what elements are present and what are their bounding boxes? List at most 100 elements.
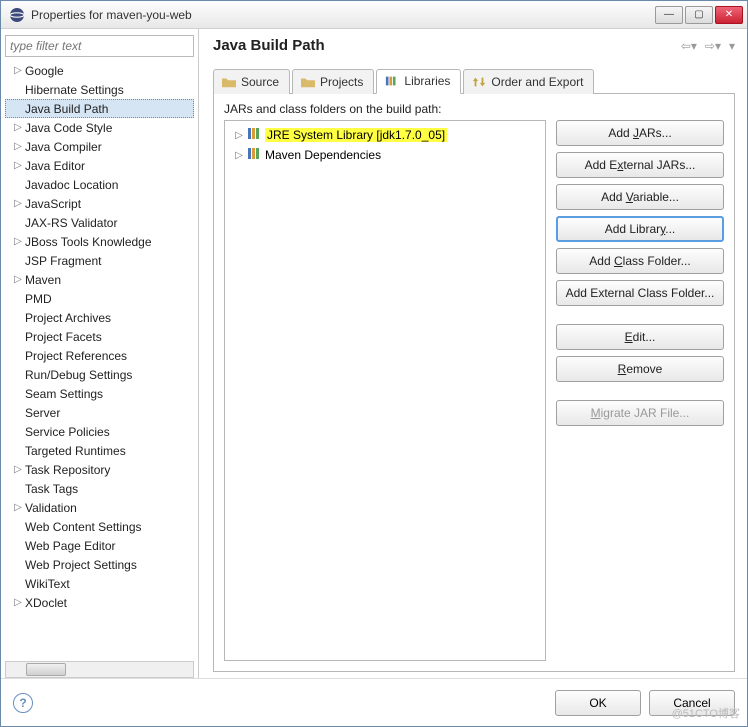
sidebar-item-label: XDoclet <box>25 596 67 610</box>
close-button[interactable]: ✕ <box>715 6 743 24</box>
libraries-panel: JARs and class folders on the build path… <box>213 94 735 672</box>
remove-button[interactable]: Remove <box>556 356 724 382</box>
expand-icon[interactable]: ▷ <box>233 150 245 161</box>
edit-button[interactable]: Edit... <box>556 324 724 350</box>
tab-source[interactable]: Source <box>213 69 290 94</box>
sidebar-item[interactable]: ▷XDoclet <box>5 593 194 612</box>
help-icon[interactable]: ? <box>13 693 33 713</box>
filter-input[interactable] <box>5 35 194 57</box>
folder-icon <box>301 76 315 88</box>
sidebar-item[interactable]: Web Content Settings <box>5 517 194 536</box>
library-item[interactable]: ▷Maven Dependencies <box>229 145 541 165</box>
sidebar-item[interactable]: Service Policies <box>5 422 194 441</box>
maximize-button[interactable]: ▢ <box>685 6 713 24</box>
sidebar-item-label: Maven <box>25 273 61 287</box>
add-library-button[interactable]: Add Library... <box>556 216 724 242</box>
libraries-area: ▷ JRE System Library [jdk1.7.0_05] ▷Maven … <box>224 120 724 661</box>
titlebar-text: Properties for maven-you-web <box>31 8 655 22</box>
expand-icon[interactable]: ▷ <box>11 141 25 152</box>
sidebar-item[interactable]: Project References <box>5 346 194 365</box>
sidebar-item[interactable]: ▷Java Compiler <box>5 137 194 156</box>
tab-libraries[interactable]: Libraries <box>376 69 461 94</box>
sidebar-item[interactable]: ▷Google <box>5 61 194 80</box>
horizontal-scrollbar[interactable] <box>5 661 194 678</box>
tabs: Source Projects Libraries Order and Expo… <box>213 68 735 94</box>
sidebar-item[interactable]: ▷Maven <box>5 270 194 289</box>
menu-icon[interactable]: ▾ <box>729 39 735 53</box>
sidebar-item-label: Project References <box>25 349 127 363</box>
migrate-jar-button: Migrate JAR File... <box>556 400 724 426</box>
sidebar-item-label: Server <box>25 406 60 420</box>
category-tree[interactable]: ▷GoogleHibernate SettingsJava Build Path… <box>5 61 194 661</box>
back-icon[interactable]: ⇦▾ <box>681 39 697 53</box>
sidebar-item[interactable]: Hibernate Settings <box>5 80 194 99</box>
sidebar-item[interactable]: JAX-RS Validator <box>5 213 194 232</box>
sidebar-item[interactable]: ▷Task Repository <box>5 460 194 479</box>
sidebar-item-label: Google <box>25 64 64 78</box>
sidebar-item[interactable]: Task Tags <box>5 479 194 498</box>
expand-icon[interactable]: ▷ <box>11 464 25 475</box>
add-external-jars-button[interactable]: Add External JARs... <box>556 152 724 178</box>
sidebar-item[interactable]: Javadoc Location <box>5 175 194 194</box>
minimize-button[interactable]: — <box>655 6 683 24</box>
titlebar[interactable]: Properties for maven-you-web — ▢ ✕ <box>1 1 747 29</box>
sidebar-item-label: Web Page Editor <box>25 539 116 553</box>
expand-icon[interactable]: ▷ <box>11 122 25 133</box>
expand-icon[interactable]: ▷ <box>11 236 25 247</box>
add-variable-button[interactable]: Add Variable... <box>556 184 724 210</box>
libraries-tree[interactable]: ▷ JRE System Library [jdk1.7.0_05] ▷Maven … <box>224 120 546 661</box>
folder-icon <box>222 76 236 88</box>
main-area: ▷GoogleHibernate SettingsJava Build Path… <box>1 29 747 678</box>
sidebar-item[interactable]: Java Build Path <box>5 99 194 118</box>
expand-icon[interactable]: ▷ <box>11 198 25 209</box>
sidebar-item[interactable]: JSP Fragment <box>5 251 194 270</box>
sidebar-item-label: Javadoc Location <box>25 178 118 192</box>
expand-icon[interactable]: ▷ <box>11 160 25 171</box>
ok-button[interactable]: OK <box>555 690 641 716</box>
sidebar-item-label: JavaScript <box>25 197 81 211</box>
window-buttons: — ▢ ✕ <box>655 6 743 24</box>
library-icon <box>385 75 399 87</box>
sidebar-item-label: Targeted Runtimes <box>25 444 126 458</box>
sidebar-item-label: Task Repository <box>25 463 110 477</box>
sidebar-item[interactable]: PMD <box>5 289 194 308</box>
add-external-class-folder-button[interactable]: Add External Class Folder... <box>556 280 724 306</box>
sidebar-item[interactable]: Targeted Runtimes <box>5 441 194 460</box>
sidebar-item[interactable]: ▷JavaScript <box>5 194 194 213</box>
sidebar-item[interactable]: ▷JBoss Tools Knowledge <box>5 232 194 251</box>
sidebar-item[interactable]: Web Project Settings <box>5 555 194 574</box>
forward-icon[interactable]: ⇨▾ <box>705 39 721 53</box>
sidebar-item-label: JAX-RS Validator <box>25 216 117 230</box>
scrollbar-thumb[interactable] <box>26 663 66 676</box>
expand-icon[interactable]: ▷ <box>11 274 25 285</box>
sidebar-item-label: Java Code Style <box>25 121 112 135</box>
sidebar-item[interactable]: WikiText <box>5 574 194 593</box>
dialog-body: ▷GoogleHibernate SettingsJava Build Path… <box>1 29 747 726</box>
sidebar-item[interactable]: Run/Debug Settings <box>5 365 194 384</box>
add-class-folder-button[interactable]: Add Class Folder... <box>556 248 724 274</box>
library-label: JRE System Library [jdk1.7.0_05] <box>265 128 447 142</box>
expand-icon[interactable]: ▷ <box>233 130 245 141</box>
sidebar-item-label: Hibernate Settings <box>25 83 124 97</box>
sidebar-item[interactable]: ▷Validation <box>5 498 194 517</box>
sidebar-item[interactable]: ▷Java Code Style <box>5 118 194 137</box>
sidebar-item[interactable]: Project Facets <box>5 327 194 346</box>
eclipse-icon <box>9 7 25 23</box>
sidebar-item[interactable]: Server <box>5 403 194 422</box>
add-jars-button[interactable]: Add JARs... <box>556 120 724 146</box>
sidebar-item-label: Project Facets <box>25 330 102 344</box>
expand-icon[interactable]: ▷ <box>11 597 25 608</box>
sidebar-item[interactable]: Web Page Editor <box>5 536 194 555</box>
tab-projects[interactable]: Projects <box>292 69 374 94</box>
library-item[interactable]: ▷ JRE System Library [jdk1.7.0_05] <box>229 125 541 145</box>
expand-icon[interactable]: ▷ <box>11 502 25 513</box>
sidebar-item[interactable]: Seam Settings <box>5 384 194 403</box>
sidebar-item-label: PMD <box>25 292 52 306</box>
tab-order-export[interactable]: Order and Export <box>463 69 594 94</box>
sidebar-item[interactable]: Project Archives <box>5 308 194 327</box>
sidebar-item-label: Seam Settings <box>25 387 103 401</box>
sidebar: ▷GoogleHibernate SettingsJava Build Path… <box>1 29 199 678</box>
sidebar-item[interactable]: ▷Java Editor <box>5 156 194 175</box>
header-row: Java Build Path ⇦▾ ⇨▾ ▾ <box>213 37 735 54</box>
expand-icon[interactable]: ▷ <box>11 65 25 76</box>
